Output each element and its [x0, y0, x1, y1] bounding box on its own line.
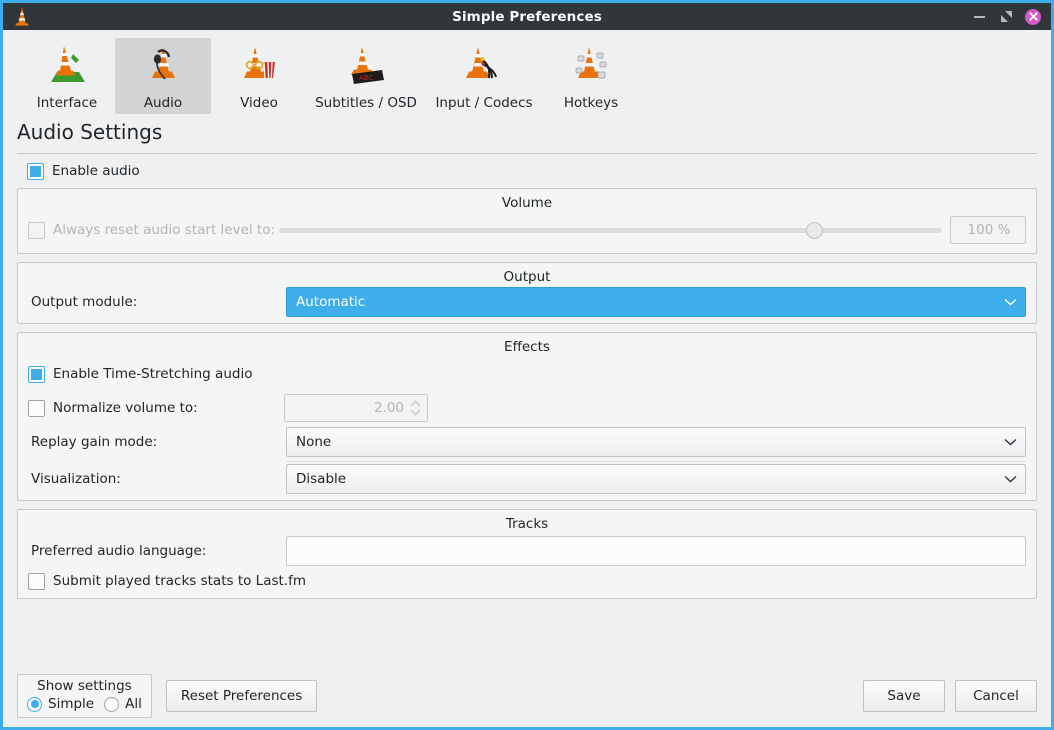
vlc-cone-hotkeys-icon	[567, 44, 615, 88]
replay-gain-value: None	[296, 434, 331, 450]
output-module-label: Output module:	[28, 294, 286, 310]
enable-audio-checkbox[interactable]	[27, 163, 44, 180]
show-settings-title: Show settings	[37, 678, 132, 694]
visualization-value: Disable	[296, 471, 346, 487]
effects-group-title: Effects	[28, 333, 1026, 357]
preferred-language-label: Preferred audio language:	[28, 543, 286, 559]
preferences-window: Simple Preferences	[0, 0, 1054, 730]
radio-simple[interactable]: Simple	[27, 696, 94, 712]
effects-inner-divider	[286, 461, 1026, 462]
output-module-combobox[interactable]: Automatic	[286, 287, 1026, 317]
replay-gain-label: Replay gain mode:	[28, 434, 286, 450]
tracks-group-title: Tracks	[28, 510, 1026, 534]
effects-group: Effects Enable Time-Stretching audio Nor…	[17, 332, 1037, 501]
bottom-bar: Show settings Simple All Reset Preferenc…	[3, 665, 1051, 727]
output-module-value: Automatic	[296, 294, 365, 310]
volume-group: Volume Always reset audio start level to…	[17, 188, 1037, 254]
toolbar-label-audio: Audio	[144, 95, 182, 111]
minimize-icon[interactable]	[971, 9, 987, 25]
show-settings-radios: Simple All	[27, 696, 142, 712]
dialog-buttons: Save Cancel	[863, 680, 1037, 712]
volume-slider-track	[279, 228, 942, 233]
svg-text:ABC: ABC	[359, 74, 373, 82]
spinner-arrows-icon[interactable]	[410, 400, 421, 416]
time-stretch-row[interactable]: Enable Time-Stretching audio	[28, 357, 1026, 391]
volume-group-title: Volume	[28, 189, 1026, 213]
lastfm-checkbox[interactable]	[28, 573, 45, 590]
enable-audio-label: Enable audio	[52, 163, 140, 179]
output-group-title: Output	[28, 263, 1026, 287]
vlc-cone-subtitles-icon: ABC	[340, 44, 392, 88]
chevron-down-icon	[1004, 294, 1017, 310]
preferred-language-input[interactable]	[286, 536, 1026, 566]
volume-value-field[interactable]: 100 %	[950, 216, 1026, 244]
tracks-group: Tracks Preferred audio language: Submit …	[17, 509, 1037, 599]
visualization-combobox[interactable]: Disable	[286, 464, 1026, 494]
preferred-language-row: Preferred audio language:	[28, 534, 1026, 568]
radio-simple-indicator[interactable]	[27, 697, 42, 712]
volume-reset-row: Always reset audio start level to: 100 %	[28, 213, 1026, 247]
close-icon[interactable]	[1025, 9, 1041, 25]
time-stretch-checkbox[interactable]	[28, 366, 45, 383]
normalize-volume-checkbox[interactable]	[28, 400, 45, 417]
save-button[interactable]: Save	[863, 680, 945, 712]
normalize-volume-row: Normalize volume to: 2.00	[28, 391, 1026, 425]
lastfm-label: Submit played tracks stats to Last.fm	[53, 573, 306, 589]
page-title: Audio Settings	[3, 120, 1051, 144]
toolbar-item-input-codecs[interactable]: Input / Codecs	[425, 38, 543, 114]
vlc-cone-input-icon	[458, 44, 510, 88]
volume-value-text: 100 %	[968, 222, 1011, 238]
vlc-cone-icon	[9, 6, 35, 28]
chevron-down-icon	[1004, 434, 1017, 450]
time-stretch-label: Enable Time-Stretching audio	[53, 366, 252, 382]
settings-content: Enable audio Volume Always reset audio s…	[3, 154, 1051, 665]
titlebar-buttons	[971, 9, 1051, 25]
toolbar-item-hotkeys[interactable]: Hotkeys	[543, 38, 639, 114]
radio-simple-label: Simple	[48, 696, 94, 712]
chevron-down-icon	[1004, 471, 1017, 487]
maximize-icon[interactable]	[998, 9, 1014, 25]
replay-gain-combobox[interactable]: None	[286, 427, 1026, 457]
volume-slider-handle[interactable]	[806, 222, 823, 239]
vlc-cone-interface-icon	[43, 44, 91, 88]
always-reset-label: Always reset audio start level to:	[53, 222, 279, 238]
toolbar-label-interface: Interface	[37, 95, 97, 111]
radio-all-label: All	[125, 696, 142, 712]
toolbar-item-video[interactable]: Video	[211, 38, 307, 114]
reset-preferences-button[interactable]: Reset Preferences	[166, 680, 317, 712]
normalize-volume-spinbox[interactable]: 2.00	[284, 394, 428, 422]
category-toolbar: Interface Audio	[3, 30, 1051, 122]
titlebar: Simple Preferences	[0, 0, 1054, 30]
radio-all-indicator[interactable]	[104, 697, 119, 712]
normalize-volume-label: Normalize volume to:	[53, 400, 284, 416]
window-title: Simple Preferences	[3, 9, 1051, 25]
vlc-cone-video-icon	[235, 44, 283, 88]
visualization-label: Visualization:	[28, 471, 286, 487]
toolbar-item-audio[interactable]: Audio	[115, 38, 211, 114]
toolbar-item-subtitles-osd[interactable]: ABC Subtitles / OSD	[307, 38, 425, 114]
normalize-volume-value: 2.00	[374, 400, 404, 416]
always-reset-checkbox[interactable]	[28, 222, 45, 239]
volume-slider[interactable]	[279, 215, 950, 245]
toolbar-label-input-codecs: Input / Codecs	[435, 95, 532, 111]
radio-all[interactable]: All	[104, 696, 142, 712]
cancel-button[interactable]: Cancel	[955, 680, 1037, 712]
toolbar-label-video: Video	[240, 95, 278, 111]
replay-gain-row: Replay gain mode: None	[28, 425, 1026, 459]
output-module-row: Output module: Automatic	[28, 287, 1026, 323]
show-settings-group: Show settings Simple All	[17, 674, 152, 718]
enable-audio-row[interactable]: Enable audio	[17, 154, 1037, 188]
lastfm-row[interactable]: Submit played tracks stats to Last.fm	[28, 568, 1026, 598]
toolbar-label-hotkeys: Hotkeys	[564, 95, 618, 111]
visualization-row: Visualization: Disable	[28, 464, 1026, 500]
output-group: Output Output module: Automatic	[17, 262, 1037, 324]
vlc-cone-audio-icon	[139, 44, 187, 88]
toolbar-label-subtitles-osd: Subtitles / OSD	[315, 95, 417, 111]
toolbar-item-interface[interactable]: Interface	[19, 38, 115, 114]
